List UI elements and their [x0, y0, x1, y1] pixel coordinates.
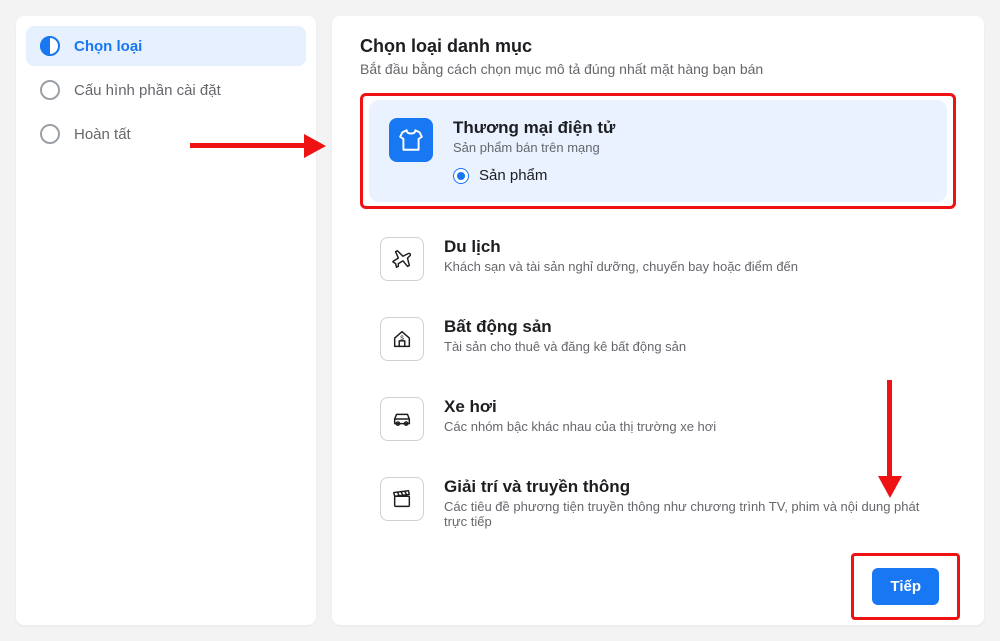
category-title: Giải trí và truyền thông — [444, 477, 936, 497]
step-label: Cấu hình phần cài đặt — [74, 82, 221, 99]
category-entertainment[interactable]: Giải trí và truyền thông Các tiêu đề phư… — [360, 459, 956, 547]
annotation-highlight-box: Tiếp — [851, 553, 960, 620]
plane-icon — [380, 237, 424, 281]
circle-outline-icon — [40, 124, 60, 144]
page-title: Chọn loại danh mục — [360, 36, 956, 57]
radio-label: Sản phẩm — [479, 167, 547, 184]
step-label: Hoàn tất — [74, 126, 131, 143]
category-title: Thương mại điện tử — [453, 118, 615, 138]
tshirt-icon — [389, 118, 433, 162]
footer-actions: Tiếp — [360, 547, 956, 620]
main-panel: Chọn loại danh mục Bắt đầu bằng cách chọ… — [332, 16, 984, 625]
step-complete[interactable]: Hoàn tất — [26, 114, 306, 154]
progress-half-icon — [40, 36, 60, 56]
category-desc: Các tiêu đề phương tiện truyền thông như… — [444, 499, 936, 529]
radio-option-product[interactable]: Sản phẩm — [453, 167, 615, 184]
stepper-sidebar: Chọn loại Cấu hình phần cài đặt Hoàn tất — [16, 16, 316, 625]
category-ecommerce[interactable]: Thương mại điện tử Sản phẩm bán trên mạn… — [369, 100, 947, 202]
category-desc: Tài sản cho thuê và đăng kê bất động sản — [444, 339, 686, 354]
clapper-icon — [380, 477, 424, 521]
category-title: Bất động sản — [444, 317, 686, 337]
category-desc: Sản phẩm bán trên mạng — [453, 140, 615, 155]
category-desc: Khách sạn và tài sản nghỉ dưỡng, chuyến … — [444, 259, 798, 274]
next-button[interactable]: Tiếp — [872, 568, 939, 605]
step-label: Chọn loại — [74, 38, 142, 55]
category-list: Thương mại điện tử Sản phẩm bán trên mạn… — [360, 93, 956, 547]
house-icon: $ — [380, 317, 424, 361]
step-choose-type[interactable]: Chọn loại — [26, 26, 306, 66]
category-travel[interactable]: Du lịch Khách sạn và tài sản nghỉ dưỡng,… — [360, 219, 956, 299]
radio-checked-icon — [453, 168, 469, 184]
category-real-estate[interactable]: $ Bất động sản Tài sản cho thuê và đăng … — [360, 299, 956, 379]
circle-outline-icon — [40, 80, 60, 100]
category-title: Du lịch — [444, 237, 798, 257]
category-title: Xe hơi — [444, 397, 716, 417]
svg-text:$: $ — [400, 335, 404, 342]
category-auto[interactable]: Xe hơi Các nhóm bậc khác nhau của thị tr… — [360, 379, 956, 459]
category-desc: Các nhóm bậc khác nhau của thị trường xe… — [444, 419, 716, 434]
annotation-highlight-box: Thương mại điện tử Sản phẩm bán trên mạn… — [360, 93, 956, 209]
step-configure-settings[interactable]: Cấu hình phần cài đặt — [26, 70, 306, 110]
car-icon — [380, 397, 424, 441]
page-subtitle: Bắt đầu bằng cách chọn mục mô tả đúng nh… — [360, 61, 956, 77]
